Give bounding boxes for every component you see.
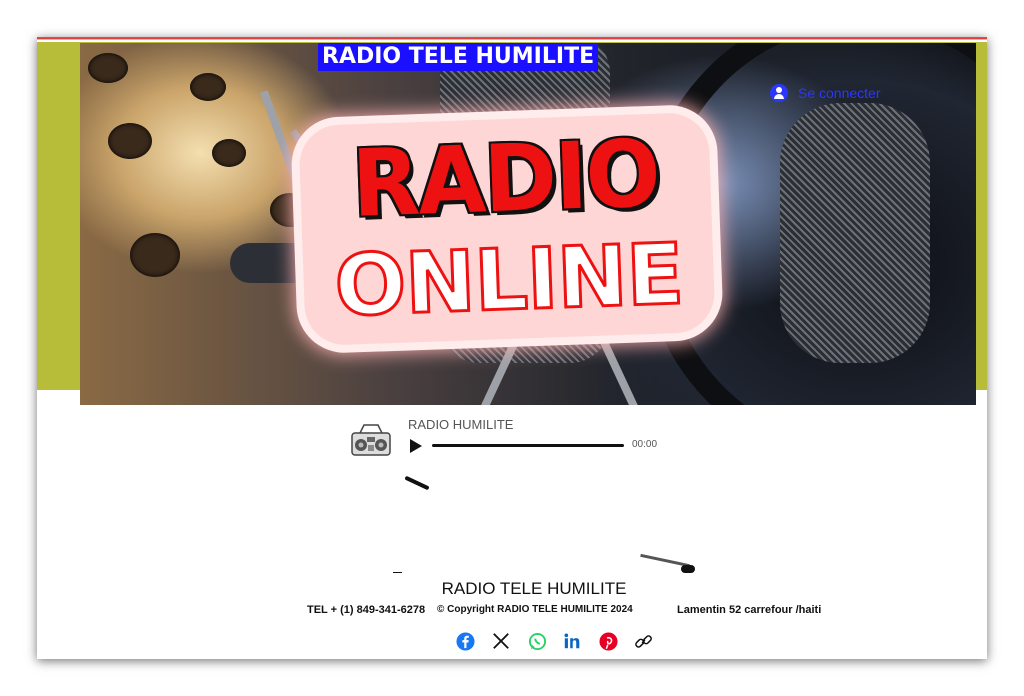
- microphone-mesh: [780, 103, 930, 363]
- decorative-stroke: [393, 572, 402, 573]
- logo-online-text: ONLINE: [332, 223, 686, 336]
- login-label: Se connecter: [798, 85, 881, 101]
- panel-hole: [108, 123, 152, 159]
- top-border: [37, 37, 987, 40]
- whatsapp-icon[interactable]: [527, 631, 547, 651]
- boombox-icon: [351, 424, 391, 456]
- footer-title: RADIO TELE HUMILITE: [441, 579, 627, 598]
- player-time: 00:00: [632, 439, 658, 450]
- player-progress-bar[interactable]: [432, 444, 624, 447]
- facebook-icon[interactable]: [455, 631, 475, 651]
- linkedin-icon[interactable]: [562, 631, 582, 651]
- play-button[interactable]: [410, 439, 422, 453]
- panel-hole: [212, 139, 246, 167]
- footer-copyright: © Copyright RADIO TELE HUMILITE 2024: [437, 604, 633, 615]
- mic-stand-leg: [600, 339, 642, 405]
- decorative-stroke: [681, 565, 695, 573]
- x-twitter-icon[interactable]: [491, 631, 511, 651]
- site-title[interactable]: RADIO TELE HUMILITE: [318, 43, 599, 71]
- user-circle-icon: [770, 84, 788, 102]
- player-track-title: RADIO HUMILITE: [408, 417, 514, 432]
- panel-hole: [190, 73, 226, 101]
- link-icon[interactable]: [633, 631, 653, 651]
- footer-address: Lamentin 52 carrefour /haiti: [677, 604, 822, 616]
- radio-online-logo: RADIO ONLINE: [298, 111, 716, 347]
- panel-hole: [130, 233, 180, 277]
- panel-hole: [88, 53, 128, 83]
- footer-phone: TEL + (1) 849-341-6278: [307, 604, 426, 616]
- decorative-stroke: [404, 475, 430, 491]
- page: RADIO ONLINE RADIO TELE HUMILITE Se conn…: [37, 37, 987, 659]
- pinterest-icon[interactable]: [598, 631, 618, 651]
- logo-radio-text: RADIO: [350, 119, 661, 238]
- login-button[interactable]: Se connecter: [770, 84, 881, 102]
